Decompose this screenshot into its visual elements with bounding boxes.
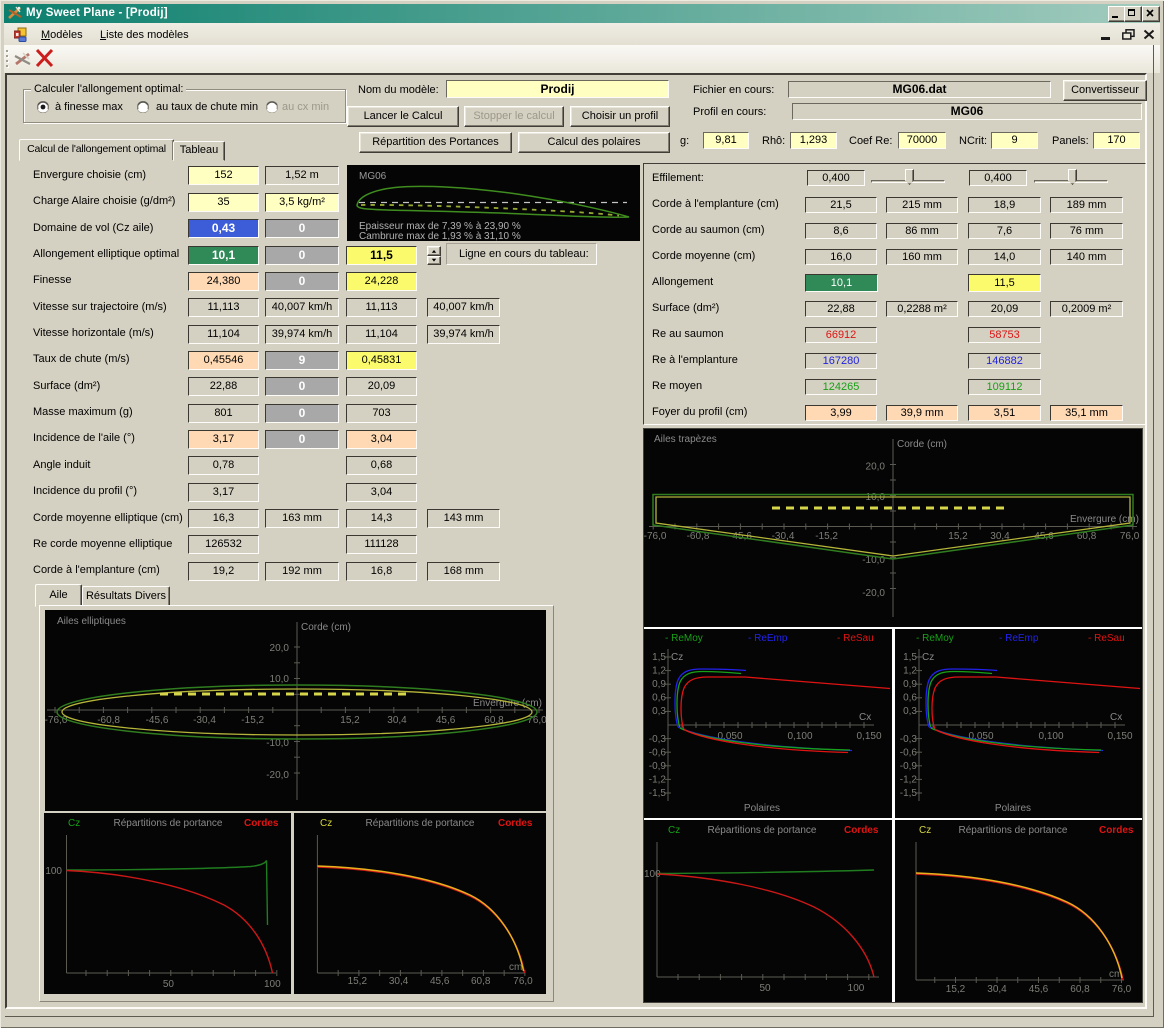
svg-text:0,150: 0,150 — [856, 731, 881, 742]
svg-text:Cz: Cz — [320, 818, 332, 829]
svg-text:Cz: Cz — [919, 825, 931, 836]
svg-text:Corde (cm): Corde (cm) — [897, 439, 947, 450]
svg-text:-15,2: -15,2 — [241, 715, 264, 726]
svg-text:1,5: 1,5 — [903, 652, 917, 663]
svg-text:Répartitions de portance: Répartitions de portance — [114, 818, 223, 829]
svg-text:Polaires: Polaires — [995, 803, 1031, 814]
svg-text:-20,0: -20,0 — [266, 770, 289, 781]
svg-text:1,5: 1,5 — [652, 652, 666, 663]
svg-text:- ReEmp: - ReEmp — [999, 633, 1039, 644]
svg-text:Cordes: Cordes — [1099, 825, 1134, 836]
svg-text:15,2: 15,2 — [348, 976, 368, 987]
svg-text:76,0: 76,0 — [1112, 984, 1132, 995]
svg-text:Ailes trapèzes: Ailes trapèzes — [654, 434, 717, 445]
svg-text:-0,3: -0,3 — [900, 734, 918, 745]
svg-text:Corde (cm): Corde (cm) — [301, 622, 351, 633]
svg-text:0,3: 0,3 — [903, 706, 917, 717]
svg-text:20,0: 20,0 — [270, 643, 290, 654]
svg-text:45,6: 45,6 — [1029, 984, 1049, 995]
svg-text:- ReSau: - ReSau — [1088, 633, 1125, 644]
svg-text:1,2: 1,2 — [903, 666, 917, 677]
svg-text:76,0: 76,0 — [1120, 531, 1140, 542]
svg-text:-30,4: -30,4 — [193, 715, 216, 726]
svg-text:-15,2: -15,2 — [815, 531, 838, 542]
svg-text:45,6: 45,6 — [436, 715, 456, 726]
svg-text:-0,6: -0,6 — [900, 748, 918, 759]
svg-text:0,6: 0,6 — [903, 693, 917, 704]
svg-text:76,0: 76,0 — [527, 715, 546, 726]
svg-text:Cordes: Cordes — [844, 825, 879, 836]
svg-text:30,4: 30,4 — [387, 715, 407, 726]
svg-text:-76,0: -76,0 — [644, 531, 667, 542]
svg-text:- ReSau: - ReSau — [837, 633, 874, 644]
svg-text:- ReEmp: - ReEmp — [748, 633, 788, 644]
svg-text:100: 100 — [264, 979, 281, 990]
svg-text:Cordes: Cordes — [498, 818, 533, 829]
svg-text:-1,5: -1,5 — [649, 788, 667, 799]
svg-text:20,0: 20,0 — [866, 462, 886, 473]
svg-text:100: 100 — [45, 866, 62, 877]
svg-text:Répartitions de portance: Répartitions de portance — [708, 825, 817, 836]
svg-text:-1,2: -1,2 — [900, 775, 918, 786]
svg-text:0,100: 0,100 — [1038, 731, 1063, 742]
svg-text:0,6: 0,6 — [652, 693, 666, 704]
svg-text:Cordes: Cordes — [244, 818, 279, 829]
svg-text:- ReMoy: - ReMoy — [916, 633, 954, 644]
svg-text:60,8: 60,8 — [471, 976, 491, 987]
svg-text:0,9: 0,9 — [903, 679, 917, 690]
svg-text:50: 50 — [163, 979, 175, 990]
svg-text:100: 100 — [848, 983, 865, 994]
svg-text:Ailes elliptiques: Ailes elliptiques — [57, 616, 126, 627]
svg-text:Cx: Cx — [1110, 712, 1122, 723]
svg-text:-76,0: -76,0 — [45, 715, 68, 726]
svg-text:-1,2: -1,2 — [649, 775, 667, 786]
svg-text:Répartitions de portance: Répartitions de portance — [959, 825, 1068, 836]
svg-text:-0,9: -0,9 — [649, 761, 667, 772]
svg-text:0,3: 0,3 — [652, 706, 666, 717]
svg-text:50: 50 — [759, 983, 771, 994]
svg-text:Cz: Cz — [68, 818, 80, 829]
svg-text:30,4: 30,4 — [987, 984, 1007, 995]
svg-text:Cz: Cz — [668, 825, 680, 836]
svg-text:Cambrure max de 1,93 % à 31,10: Cambrure max de 1,93 % à 31,10 % — [359, 231, 521, 241]
svg-text:1,2: 1,2 — [652, 666, 666, 677]
svg-text:60,8: 60,8 — [1070, 984, 1090, 995]
svg-text:Répartitions de portance: Répartitions de portance — [366, 818, 475, 829]
svg-text:cm: cm — [509, 962, 522, 973]
svg-text:-45,6: -45,6 — [146, 715, 169, 726]
svg-text:10,0: 10,0 — [270, 674, 290, 685]
svg-text:Cz: Cz — [922, 652, 934, 663]
svg-text:15,2: 15,2 — [948, 531, 968, 542]
svg-text:0,100: 0,100 — [787, 731, 812, 742]
svg-text:0,9: 0,9 — [652, 679, 666, 690]
svg-text:15,2: 15,2 — [340, 715, 360, 726]
svg-text:30,4: 30,4 — [389, 976, 409, 987]
svg-text:Polaires: Polaires — [744, 803, 780, 814]
svg-text:Cx: Cx — [859, 712, 871, 723]
svg-text:45,6: 45,6 — [430, 976, 450, 987]
svg-text:-20,0: -20,0 — [862, 588, 885, 599]
svg-text:-0,3: -0,3 — [649, 734, 667, 745]
svg-text:76,0: 76,0 — [513, 976, 533, 987]
svg-text:15,2: 15,2 — [946, 984, 966, 995]
svg-text:MG06: MG06 — [359, 171, 387, 182]
svg-text:-0,9: -0,9 — [900, 761, 918, 772]
svg-text:0,150: 0,150 — [1107, 731, 1132, 742]
svg-text:- ReMoy: - ReMoy — [665, 633, 703, 644]
svg-text:-0,6: -0,6 — [649, 748, 667, 759]
svg-text:-1,5: -1,5 — [900, 788, 918, 799]
svg-text:Cz: Cz — [671, 652, 683, 663]
